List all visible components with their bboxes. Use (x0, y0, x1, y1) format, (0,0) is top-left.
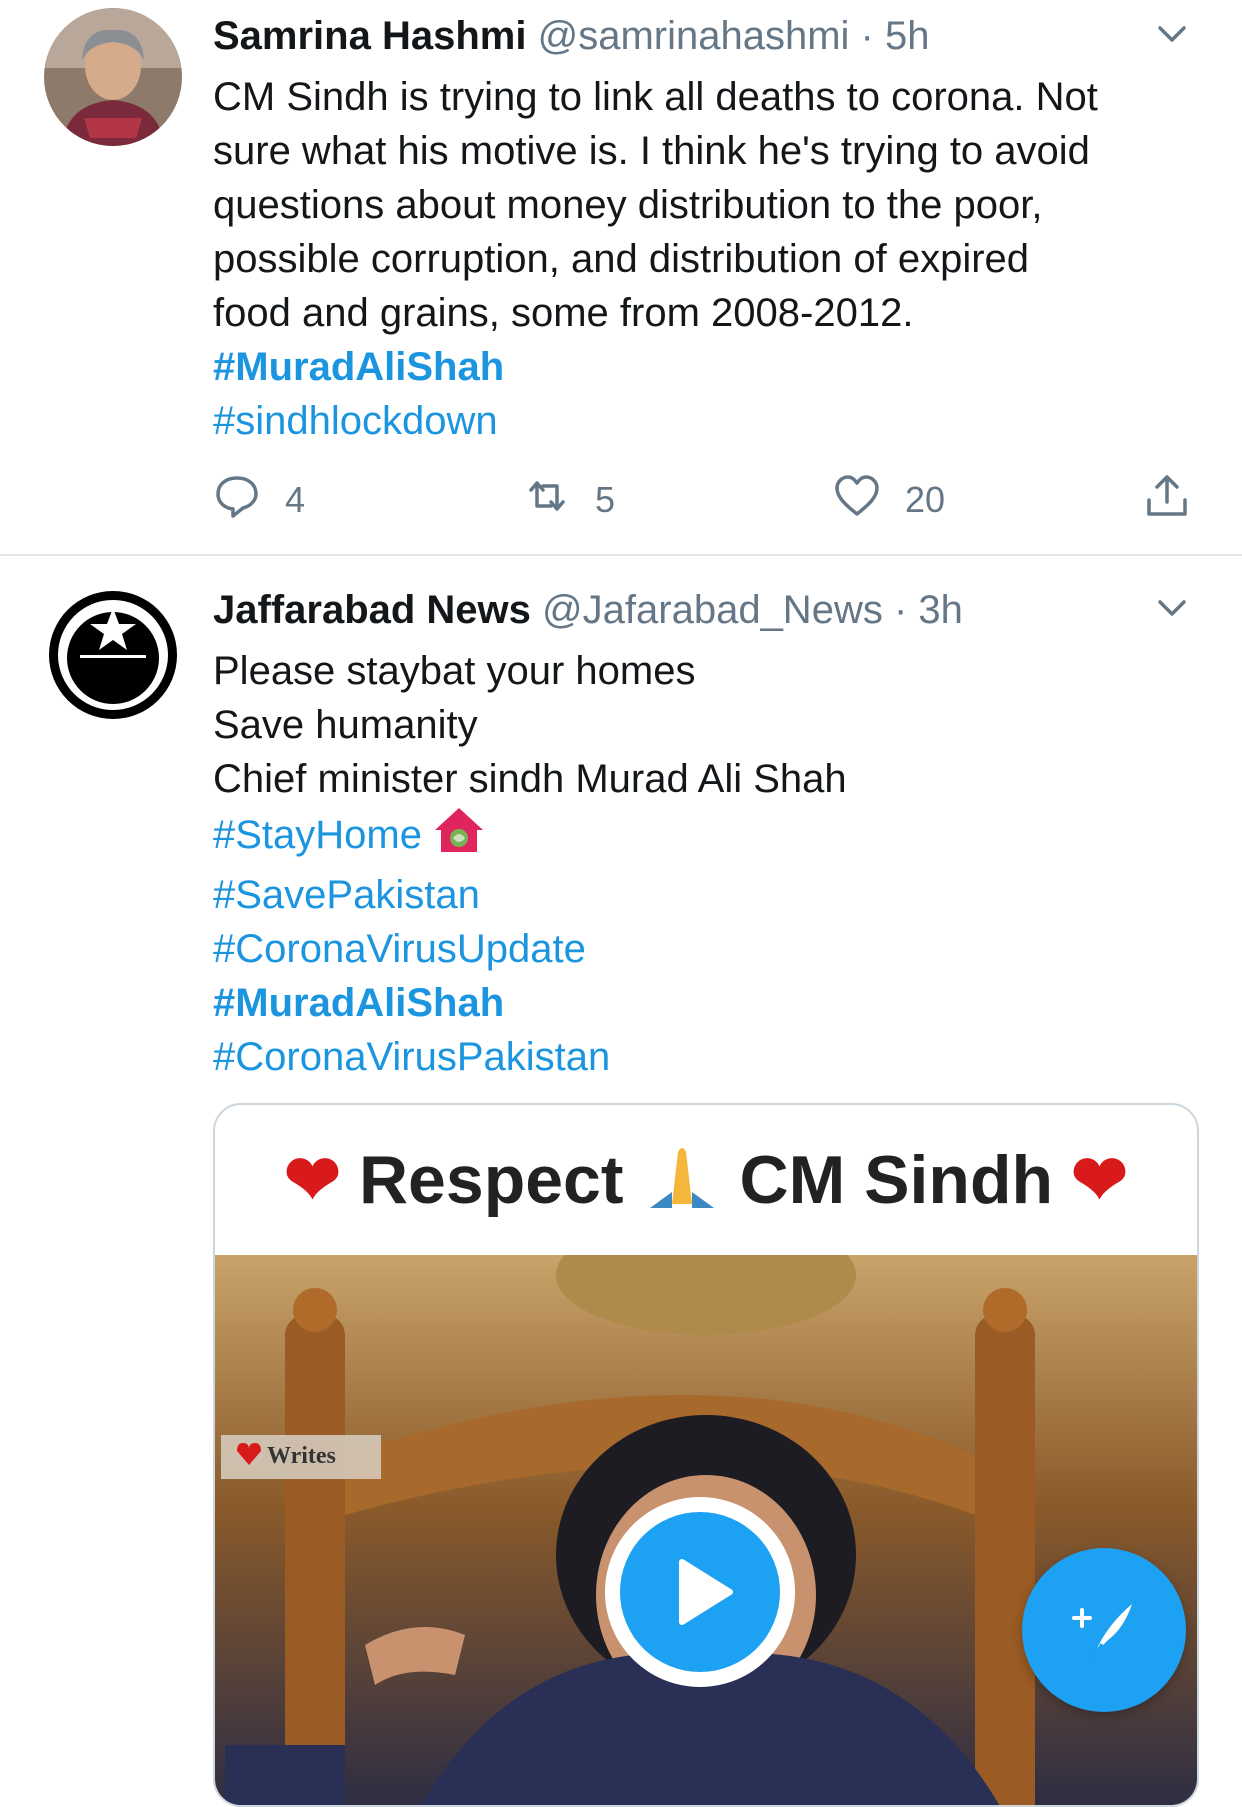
video-title-word2: CM Sindh (739, 1142, 1054, 1218)
tweet-text: CM Sindh is trying to link all deaths to… (213, 70, 1098, 448)
chevron-down-icon[interactable] (1152, 14, 1192, 54)
heart-icon: ❤ (283, 1141, 341, 1218)
display-name[interactable]: Samrina Hashmi (213, 14, 526, 58)
retweet-icon (523, 472, 571, 529)
share-button[interactable] (1143, 470, 1191, 530)
hashtag-link[interactable]: #SavePakistan (213, 868, 847, 922)
text-line: food and grains, some from 2008-2012. (213, 291, 914, 335)
text-line: Please staybat your homes (213, 649, 696, 693)
timestamp[interactable]: 5h (885, 14, 930, 58)
compose-icon (1064, 1588, 1144, 1673)
hashtag-link[interactable]: #CoronaVirusPakistan (213, 1030, 847, 1084)
text-line: possible corruption, and distribution of… (213, 237, 1030, 281)
house-emoji-icon (433, 806, 485, 868)
like-icon (833, 472, 881, 529)
video-title-word1: Respect (358, 1142, 624, 1218)
text-line: questions about money distribution to th… (213, 183, 1043, 227)
reply-button[interactable]: 4 (213, 470, 305, 530)
compose-tweet-button[interactable] (1022, 1548, 1186, 1712)
play-icon (620, 1512, 780, 1672)
play-button[interactable] (605, 1497, 795, 1687)
reply-count: 4 (285, 479, 306, 520)
display-name[interactable]: Jaffarabad News (213, 588, 531, 632)
video-card[interactable]: ❤ Respect CM Sindh ❤ Writes (213, 1103, 1199, 1807)
hashtag-link[interactable]: #sindhlockdown (213, 394, 1098, 448)
heart-icon: ❤ (1071, 1141, 1129, 1218)
tweet-text: Please staybat your homes Save humanity … (213, 644, 847, 1084)
hashtag-link[interactable]: #MuradAliShah (213, 340, 1098, 394)
retweet-button[interactable]: 5 (523, 470, 615, 530)
tweet-actions: 4 5 20 (213, 470, 1203, 530)
tweet-header: Jaffarabad News @Jafarabad_News · 3h (213, 586, 963, 634)
hashtag-link[interactable]: #StayHome (213, 813, 422, 857)
avatar[interactable] (44, 586, 182, 724)
tweet-samrina[interactable]: Samrina Hashmi @samrinahashmi · 5h CM Si… (0, 0, 1242, 555)
text-line: sure what his motive is. I think he's tr… (213, 129, 1090, 173)
avatar[interactable] (44, 8, 182, 146)
hashtag-link[interactable]: #CoronaVirusUpdate (213, 922, 847, 976)
separator: · (893, 588, 908, 632)
video-title-banner: ❤ Respect CM Sindh ❤ (215, 1105, 1197, 1255)
like-count: 20 (905, 479, 946, 520)
like-button[interactable]: 20 (833, 470, 945, 530)
user-handle[interactable]: @samrinahashmi (538, 14, 850, 58)
chevron-down-icon[interactable] (1152, 588, 1192, 628)
hashtag-link[interactable]: #MuradAliShah (213, 976, 847, 1030)
reply-icon (213, 472, 261, 529)
tweet-header: Samrina Hashmi @samrinahashmi · 5h (213, 12, 930, 60)
share-icon (1143, 472, 1191, 529)
hashtag-line: #StayHome (213, 806, 847, 868)
text-line: Save humanity (213, 703, 478, 747)
text-line: Chief minister sindh Murad Ali Shah (213, 757, 847, 801)
text-line: CM Sindh is trying to link all deaths to… (213, 75, 1098, 119)
user-handle[interactable]: @Jafarabad_News (542, 588, 883, 632)
timestamp[interactable]: 3h (918, 588, 963, 632)
praying-hands-icon (642, 1132, 722, 1228)
retweet-count: 5 (595, 479, 616, 520)
watermark-text: Writes (267, 1443, 336, 1469)
separator: · (860, 14, 874, 58)
